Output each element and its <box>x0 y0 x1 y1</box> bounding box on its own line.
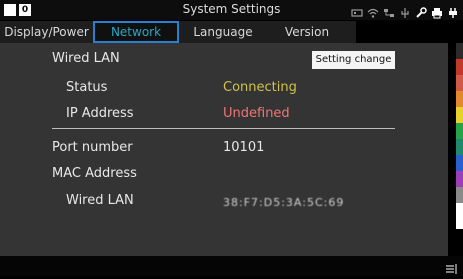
side-strip-segment <box>456 107 463 123</box>
mac-wired-lan-label: Wired LAN <box>66 193 134 208</box>
wired-lan-header: Wired LAN <box>52 51 120 66</box>
network-icon <box>383 4 395 17</box>
side-strip-segment <box>456 139 463 155</box>
side-strip-segment <box>456 123 463 139</box>
tab-network[interactable]: Network <box>93 21 179 43</box>
bottom-bar <box>0 256 463 276</box>
tab-language[interactable]: Language <box>179 21 267 43</box>
tab-bar: Display/Power Network Language Version <box>0 21 356 43</box>
side-strip-segment <box>456 155 463 171</box>
printer-icon <box>431 4 443 19</box>
mac-wired-lan-value: 38:F7:D5:3A:5C:69 <box>223 196 345 209</box>
ip-address-value: Undefined <box>223 106 290 121</box>
ip-address-label: IP Address <box>66 106 134 121</box>
divider <box>52 128 395 129</box>
side-strip-segment <box>456 203 463 229</box>
port-number-value: 10101 <box>223 140 265 155</box>
status-icons <box>351 3 459 19</box>
top-bar: 0 System Settings <box>0 0 463 20</box>
port-number-label: Port number <box>52 140 133 155</box>
mac-address-header: MAC Address <box>52 166 137 181</box>
battery-icon <box>447 4 459 18</box>
side-strip-segment <box>456 59 463 75</box>
menu-icon[interactable] <box>445 260 457 274</box>
setting-change-button[interactable]: Setting change <box>312 51 395 69</box>
tab-version[interactable]: Version <box>267 21 347 43</box>
side-strip-segment <box>456 75 463 91</box>
usb-icon <box>399 4 411 18</box>
status-value: Connecting <box>223 80 297 95</box>
tool-icon <box>415 4 427 18</box>
side-strip-segment <box>456 171 463 187</box>
side-strip-segment <box>456 91 463 107</box>
side-strip-segment <box>456 43 463 59</box>
wifi-icon <box>367 4 379 18</box>
tab-display-power[interactable]: Display/Power <box>0 21 93 43</box>
side-strip-segment <box>456 187 463 203</box>
hdd-icon <box>351 4 363 17</box>
status-label: Status <box>66 80 108 95</box>
